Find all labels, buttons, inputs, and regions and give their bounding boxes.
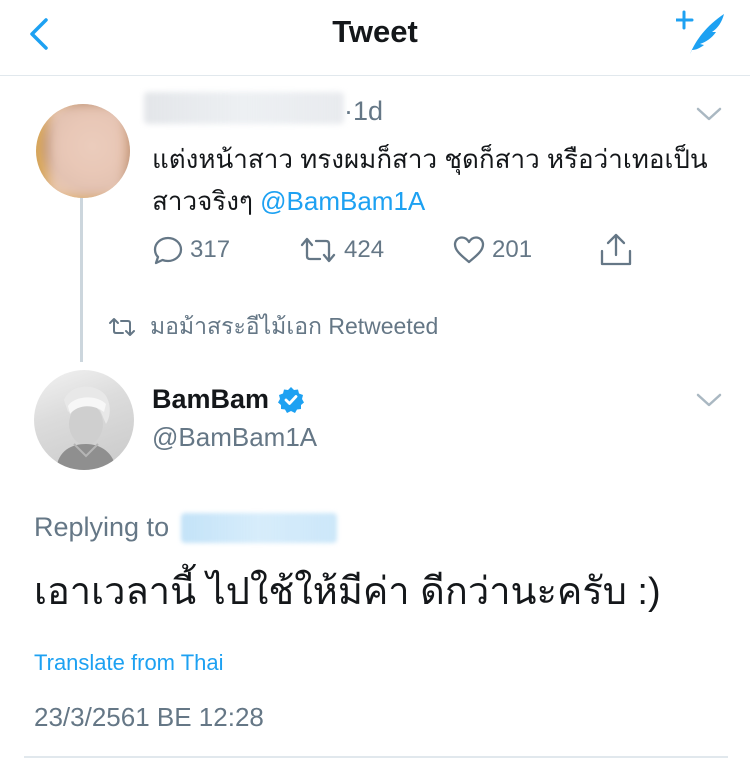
original-author-avatar[interactable] xyxy=(36,104,130,198)
share-icon xyxy=(600,233,632,266)
replying-to-line: Replying to xyxy=(34,512,338,543)
tweet-timestamp: 23/3/2561 BE 12:28 xyxy=(34,702,264,732)
reply-icon xyxy=(153,236,183,265)
blurred-author-name[interactable] xyxy=(144,92,344,124)
chevron-down-icon xyxy=(696,393,722,407)
retweet-icon xyxy=(300,237,336,263)
retweet-context-text[interactable]: มอม้าสระอีไม้เอก Retweeted xyxy=(150,309,438,345)
mention-link[interactable]: @BamBam1A xyxy=(260,186,425,216)
retweet-small-icon xyxy=(109,318,135,336)
share-button[interactable] xyxy=(598,232,634,268)
header-bar: Tweet xyxy=(0,0,750,76)
author-name[interactable]: BamBam xyxy=(152,384,305,415)
retweet-context: มอม้าสระอีไม้เอก Retweeted xyxy=(108,312,438,342)
tweet-body: แต่งหน้าสาว ทรงผมก็สาว ชุดก็สาว หรือว่าเ… xyxy=(152,144,708,216)
translate-link[interactable]: Translate from Thai xyxy=(34,650,224,676)
blurred-reply-target-link[interactable] xyxy=(181,512,338,543)
thread-connector-line xyxy=(80,194,83,362)
original-tweet-text: แต่งหน้าสาว ทรงผมก็สาว ชุดก็สาว หรือว่าเ… xyxy=(152,138,732,222)
bambam-avatar[interactable] xyxy=(34,370,134,470)
reply-button[interactable]: 317 xyxy=(152,232,230,268)
chevron-down-icon xyxy=(696,107,722,121)
avatar-blur-overlay xyxy=(48,104,126,198)
reply-count: 317 xyxy=(190,236,231,263)
reply-options-button[interactable] xyxy=(694,390,724,410)
tweet-options-button[interactable] xyxy=(694,104,724,124)
like-button[interactable]: 201 xyxy=(452,232,532,268)
retweet-button[interactable]: 424 xyxy=(298,232,384,268)
reply-tweet-text: เอาเวลานี้ ไปใช้ให้มีค่า ดีกว่านะครับ :) xyxy=(34,571,661,613)
author-handle[interactable]: @BamBam1A xyxy=(152,422,317,453)
page-title: Tweet xyxy=(332,14,418,49)
heart-icon xyxy=(453,236,485,264)
like-count: 201 xyxy=(492,236,533,263)
profile-photo-graphic xyxy=(56,386,116,470)
tweet-time: ·1d xyxy=(344,96,384,126)
replying-to-label: Replying to xyxy=(34,512,170,542)
compose-quill-icon xyxy=(674,10,724,54)
retweet-count: 424 xyxy=(344,236,385,263)
author-name-text: BamBam xyxy=(152,384,270,414)
verified-badge-icon xyxy=(278,386,305,413)
divider xyxy=(24,756,728,758)
compose-button[interactable] xyxy=(674,8,728,58)
